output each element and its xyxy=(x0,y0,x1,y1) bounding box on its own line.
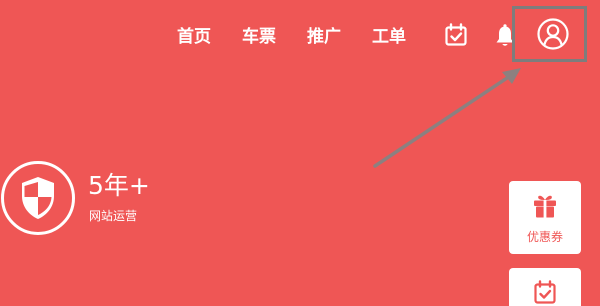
user-avatar-highlight xyxy=(512,6,587,62)
gift-icon xyxy=(533,193,557,219)
nav-work-order[interactable]: 工单 xyxy=(372,24,406,50)
coupon-label: 优惠券 xyxy=(526,230,563,244)
stat-value: 5年+ xyxy=(88,171,150,200)
calendar-check-icon xyxy=(533,280,557,306)
nav-promotion[interactable]: 推广 xyxy=(307,24,341,50)
nav-tickets[interactable]: 车票 xyxy=(242,24,276,50)
nav-home[interactable]: 首页 xyxy=(177,24,211,50)
user-avatar-icon[interactable] xyxy=(537,18,569,50)
page-root: 首页 车票 推广 工单 5年+ 网站运营 优惠券 xyxy=(0,0,600,306)
stat-label: 网站运营 xyxy=(89,209,138,223)
calendar-check-icon[interactable] xyxy=(444,23,468,47)
top-nav: 首页 车票 推广 工单 xyxy=(0,0,600,70)
coupon-card[interactable]: 优惠券 xyxy=(509,181,581,254)
checkin-card[interactable] xyxy=(509,268,581,306)
shield-icon xyxy=(0,160,76,236)
